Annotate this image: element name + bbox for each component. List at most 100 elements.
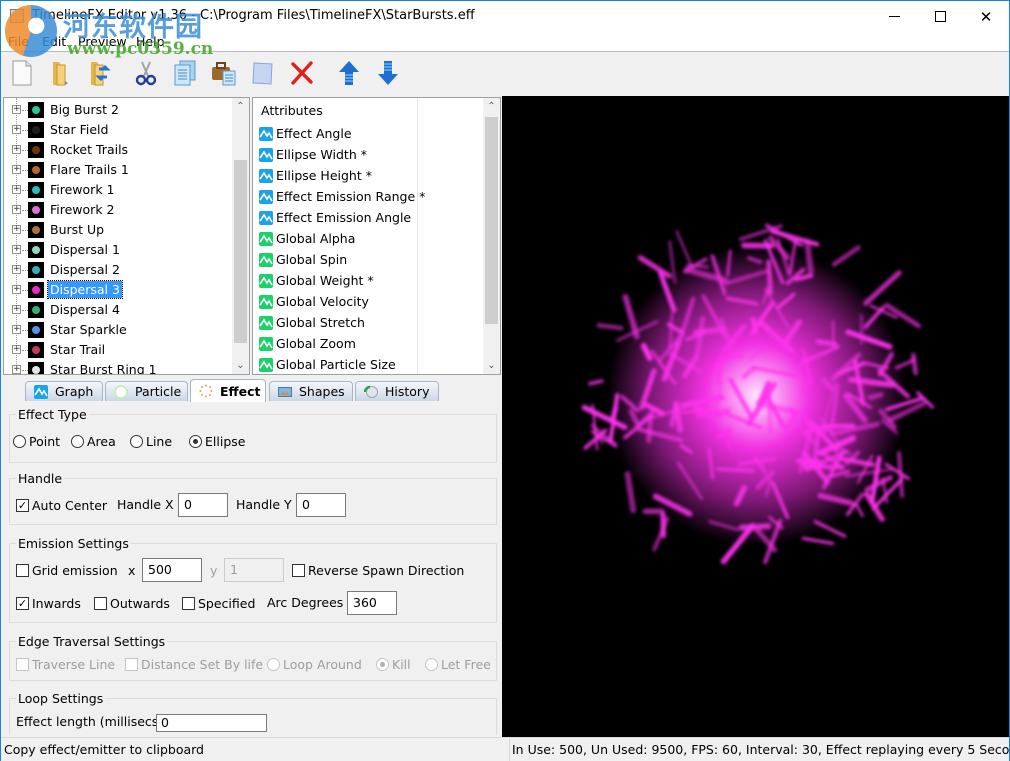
scroll-thumb[interactable] [485, 117, 498, 324]
new-button[interactable] [7, 58, 37, 88]
auto-center-checkbox[interactable]: ✓ Auto Center [16, 498, 107, 513]
expand-icon[interactable]: + [12, 105, 21, 114]
attribute-item[interactable]: Ellipse Height * [259, 165, 372, 186]
expand-icon[interactable]: + [12, 125, 21, 134]
new-file-icon [12, 60, 32, 86]
expand-icon[interactable]: + [12, 285, 21, 294]
handle-y-label: Handle Y [236, 497, 292, 512]
tree-item[interactable]: + Firework 1 [4, 180, 232, 200]
move-down-button[interactable] [373, 58, 403, 88]
menu-help[interactable]: Help [136, 34, 165, 49]
attribute-item[interactable]: Global Stretch [259, 312, 365, 333]
expand-icon[interactable]: + [12, 265, 21, 274]
effect-thumbnail-icon [28, 262, 44, 278]
paste-button[interactable] [209, 58, 239, 88]
clone-button[interactable] [248, 58, 278, 88]
tree-item-label: Big Burst 2 [50, 102, 119, 117]
effect-length-field[interactable]: 0 [156, 714, 267, 732]
attribute-item[interactable]: Effect Emission Angle [259, 207, 411, 228]
attribute-item[interactable]: Ellipse Width * [259, 144, 367, 165]
tab-graph[interactable]: Graph [25, 381, 103, 401]
expand-icon[interactable]: + [12, 245, 21, 254]
expand-icon[interactable]: + [12, 205, 21, 214]
menu-edit[interactable]: Edit [42, 34, 66, 49]
tree-item[interactable]: + Burst Up [4, 220, 232, 240]
attribute-item[interactable]: Global Weight * [259, 270, 374, 291]
tree-item[interactable]: + Flare Trails 1 [4, 160, 232, 180]
minimize-button[interactable] [871, 1, 917, 32]
scroll-down-icon[interactable]: ⌄ [232, 357, 249, 374]
expand-icon[interactable]: + [12, 145, 21, 154]
tree-item[interactable]: + Dispersal 2 [4, 260, 232, 280]
expand-icon[interactable]: + [12, 225, 21, 234]
move-up-button[interactable] [334, 58, 364, 88]
expand-icon[interactable]: + [12, 305, 21, 314]
close-button[interactable]: ✕ [963, 1, 1009, 32]
radio-ellipse[interactable]: Ellipse [189, 434, 245, 449]
particle-streak [897, 451, 905, 498]
arc-degrees-field[interactable]: 360 [347, 591, 397, 615]
history-icon [364, 385, 378, 398]
grid-x-field[interactable]: 500 [142, 558, 202, 582]
radio-line[interactable]: Line [130, 434, 172, 449]
tab-label: Graph [55, 384, 94, 399]
attribute-item[interactable]: Global Particle Size [259, 354, 396, 374]
menu-file[interactable]: File [8, 34, 29, 49]
scroll-thumb[interactable] [234, 160, 247, 343]
delete-button[interactable] [287, 58, 317, 88]
let-free-radio: Let Free [425, 657, 491, 672]
scroll-down-icon[interactable]: ⌄ [483, 357, 500, 374]
tab-effect[interactable]: Effect [190, 379, 266, 402]
inwards-checkbox[interactable]: ✓ Inwards [16, 596, 81, 611]
merge-folder-icon [91, 62, 111, 86]
tree-item[interactable]: + Star Burst Ring 1 [4, 360, 232, 374]
tab-shapes[interactable]: Shapes [269, 381, 353, 401]
tree-item[interactable]: + Star Sparkle [4, 320, 232, 340]
checkbox-indicator [16, 564, 29, 577]
tree-item[interactable]: + Big Burst 2 [4, 100, 232, 120]
expand-icon[interactable]: + [12, 185, 21, 194]
effect-thumbnail-icon [28, 322, 44, 338]
tree-item[interactable]: + Star Trail [4, 340, 232, 360]
tab-particle[interactable]: Particle [105, 381, 188, 401]
expand-icon[interactable]: + [12, 325, 21, 334]
attribute-item[interactable]: Global Spin [259, 249, 347, 270]
merge-button[interactable] [85, 58, 115, 88]
handle-x-field[interactable]: 0 [178, 493, 228, 517]
expand-icon[interactable]: + [12, 345, 21, 354]
tree-item[interactable]: + Star Field [4, 120, 232, 140]
tree-item[interactable]: + Dispersal 3 [4, 280, 232, 300]
radio-area[interactable]: Area [71, 434, 116, 449]
distance-by-life-checkbox: Distance Set By life [125, 657, 263, 672]
grid-emission-checkbox[interactable]: Grid emission [16, 563, 118, 578]
cut-button[interactable] [131, 58, 161, 88]
attribute-item[interactable]: Effect Emission Range * [259, 186, 425, 207]
handle-y-field[interactable]: 0 [296, 493, 346, 517]
scroll-up-icon[interactable]: ⌃ [483, 98, 500, 115]
attribute-item[interactable]: Effect Angle [259, 123, 352, 144]
reverse-spawn-checkbox[interactable]: Reverse Spawn Direction [292, 563, 464, 578]
outwards-checkbox[interactable]: Outwards [94, 596, 170, 611]
scroll-up-icon[interactable]: ⌃ [232, 98, 249, 115]
attribute-item[interactable]: Global Zoom [259, 333, 356, 354]
expand-icon[interactable]: + [12, 365, 21, 374]
radio-point[interactable]: Point [13, 434, 60, 449]
particle-streak [596, 323, 624, 331]
menu-preview[interactable]: Preview [78, 34, 127, 49]
effects-tree-scrollbar[interactable]: ⌃ ⌄ [232, 98, 249, 374]
maximize-button[interactable] [917, 1, 963, 32]
open-button[interactable] [46, 58, 76, 88]
tree-item[interactable]: + Dispersal 1 [4, 240, 232, 260]
effect-preview-canvas[interactable] [502, 96, 1009, 737]
tree-item[interactable]: + Firework 2 [4, 200, 232, 220]
attributes-scrollbar[interactable]: ⌃ ⌄ [483, 98, 500, 374]
tree-item[interactable]: + Rocket Trails [4, 140, 232, 160]
expand-icon[interactable]: + [12, 165, 21, 174]
specified-checkbox[interactable]: Specified [182, 596, 255, 611]
tree-item[interactable]: + Dispersal 4 [4, 300, 232, 320]
tab-history[interactable]: History [355, 381, 439, 401]
copy-button[interactable] [170, 58, 200, 88]
attribute-item[interactable]: Global Velocity [259, 291, 369, 312]
attribute-item[interactable]: Global Alpha [259, 228, 355, 249]
attribute-label: Ellipse Height * [276, 168, 372, 183]
